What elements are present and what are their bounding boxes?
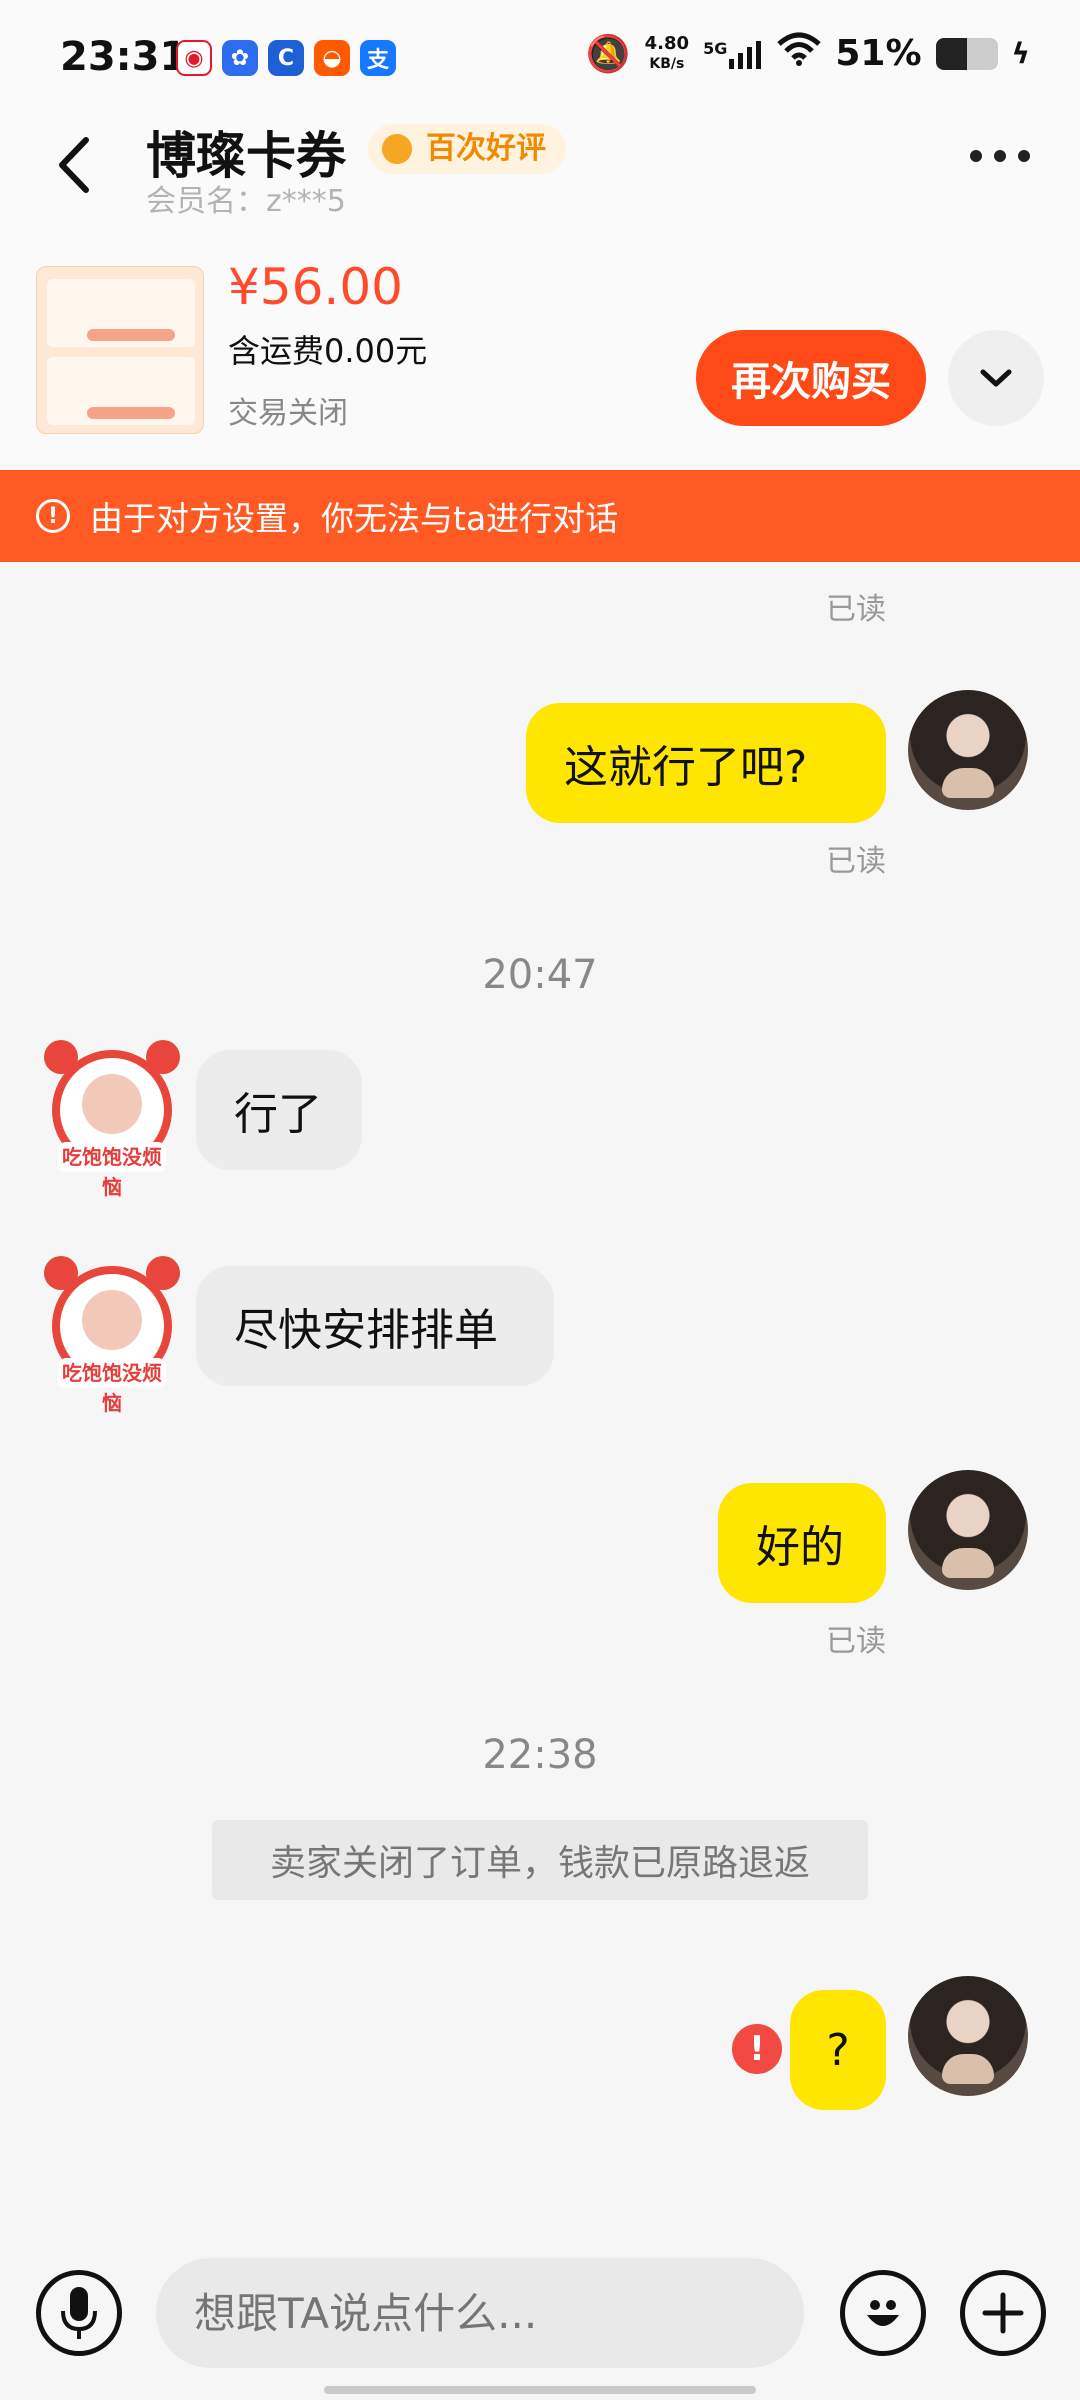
order-price: ¥56.00 [228,258,403,316]
order-card[interactable]: ¥56.00 含运费0.00元 交易关闭 再次购买 [0,220,1080,470]
message-bubble-mine[interactable]: 好的 [718,1483,886,1603]
avatar-tag: 吃饱饱没烦恼 [58,1142,166,1199]
thumbnail-panel [47,357,195,425]
input-bar [0,2240,1080,2400]
my-avatar[interactable] [908,1976,1028,2096]
rating-badge: 百次好评 [368,124,566,174]
seller-avatar[interactable]: 吃饱饱没烦恼 [44,1256,180,1415]
status-bar: 23:31 ◉ ✿ C ◒ 支 🔕 4.80 KB/s 5G 51% ϟ [0,0,1080,120]
notification-icons: ◉ ✿ C ◒ 支 [176,40,396,76]
product-thumbnail[interactable] [36,266,204,434]
warning-banner: ! 由于对方设置，你无法与ta进行对话 [0,470,1080,562]
voice-button[interactable] [36,2270,122,2356]
status-time: 23:31 [60,34,188,80]
net-speed-value: 4.80 [644,32,690,54]
taobao-icon: ◒ [314,40,350,76]
net-speed-unit: KB/s [649,55,685,72]
signal-icon: 5G [703,39,763,69]
send-failed-icon[interactable]: ! [732,2024,782,2074]
order-shipping: 含运费0.00元 [228,332,428,370]
signal-label: 5G [703,38,728,58]
message-bubble-other[interactable]: 行了 [196,1050,362,1170]
microphone-icon [61,2287,97,2339]
more-dot-icon [994,150,1006,162]
order-status: 交易关闭 [228,396,348,431]
charging-icon: ϟ [1011,37,1030,70]
home-indicator[interactable] [324,2386,756,2394]
wifi-icon [777,32,822,75]
member-name: 会员名：z***5 [146,184,346,219]
baidu-icon: ✿ [222,40,258,76]
thumbnail-button [87,329,175,341]
thumbnail-panel [47,279,195,347]
message-bubble-mine[interactable]: ? [790,1990,886,2110]
avatar-face [82,1074,142,1134]
back-button[interactable] [50,130,100,200]
more-actions-button[interactable] [960,2270,1046,2356]
app-icon: C [268,40,304,76]
warning-text: 由于对方设置，你无法与ta进行对话 [90,499,619,538]
message-input[interactable] [156,2258,804,2368]
avatar-tag: 吃饱饱没烦恼 [58,1358,166,1415]
read-receipt: 已读 [826,1624,886,1659]
my-avatar[interactable] [908,690,1028,810]
system-message: 卖家关闭了订单，钱款已原路退返 [212,1820,868,1900]
emoji-button[interactable] [840,2270,926,2356]
more-dot-icon [1018,150,1030,162]
avatar-face [82,1290,142,1350]
chevron-down-icon [980,369,1012,387]
expand-button[interactable] [948,330,1044,426]
smile-icon [867,2300,899,2326]
mute-icon: 🔕 [585,33,631,75]
network-speed: 4.80 KB/s [644,32,690,74]
read-receipt: 已读 [826,592,886,627]
weibo-icon: ◉ [176,40,212,76]
chevron-left-icon [59,137,89,193]
more-button[interactable] [970,150,1030,162]
more-dot-icon [970,150,982,162]
battery-icon [935,37,998,70]
alert-circle-icon: ! [36,499,70,533]
message-timestamp: 22:38 [482,1732,598,1778]
rebuy-button[interactable]: 再次购买 [696,330,926,426]
message-bubble-mine[interactable]: 这就行了吧? [526,703,886,823]
alipay-icon: 支 [360,40,396,76]
status-indicators: 🔕 4.80 KB/s 5G 51% ϟ [586,32,1030,75]
chat-header: 博璨卡券 百次好评 会员名：z***5 [0,110,1080,220]
battery-percent: 51% [835,33,922,74]
message-bubble-other[interactable]: 尽快安排排单 [196,1266,554,1386]
rating-badge-label: 百次好评 [426,131,546,166]
read-receipt: 已读 [826,844,886,879]
plus-icon [982,2292,1024,2334]
thumbs-up-icon [382,134,412,164]
thumbnail-button [87,407,175,419]
my-avatar[interactable] [908,1470,1028,1590]
seller-avatar[interactable]: 吃饱饱没烦恼 [44,1040,180,1199]
message-timestamp: 20:47 [482,952,598,998]
